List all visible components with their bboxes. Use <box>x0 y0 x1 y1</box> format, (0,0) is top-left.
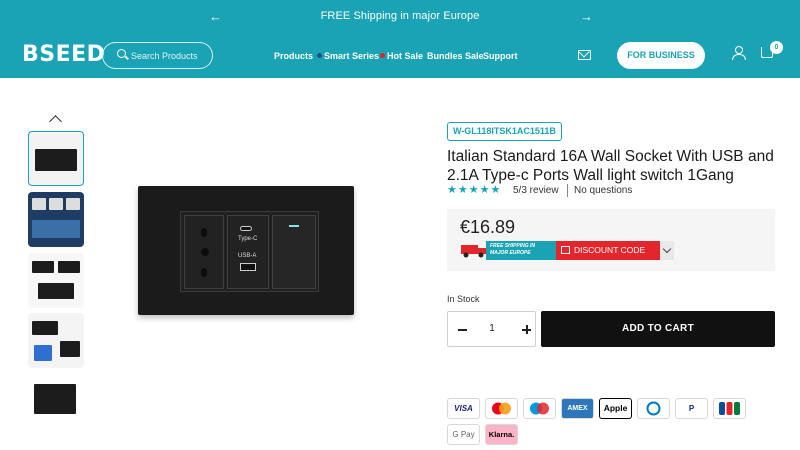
italian-socket-module <box>184 215 224 289</box>
nav-hot-sale[interactable]: Hot Sale <box>380 51 423 61</box>
questions-count[interactable]: No questions <box>574 185 632 196</box>
divider <box>567 184 568 197</box>
hot-sale-dot-icon <box>380 53 385 58</box>
announcement-text[interactable]: FREE Shipping in major Europe <box>0 10 800 22</box>
product-main-image[interactable]: Type-C USB-A <box>138 186 354 315</box>
discount-code-tag: DISCOUNT CODE <box>556 241 660 260</box>
product-sku[interactable]: W-GL118ITSK1AC1511B <box>447 122 562 141</box>
search-icon <box>117 49 126 58</box>
quantity-stepper[interactable]: 1 <box>447 311 536 347</box>
thumbnail-3[interactable] <box>28 253 84 308</box>
google-pay-icon: G Pay <box>447 424 480 445</box>
chevron-up-icon[interactable] <box>49 115 62 128</box>
add-to-cart-button[interactable]: ADD TO CART <box>541 311 775 347</box>
nav-hot-sale-label: Hot Sale <box>387 51 424 61</box>
nav-bundles-sale[interactable]: Bundles Sale <box>427 51 484 61</box>
nav-smart-series-label: Smart Series <box>324 51 380 61</box>
diners-icon <box>637 398 670 419</box>
smart-series-dot-icon <box>317 53 322 58</box>
site-logo[interactable]: BSEED <box>22 42 105 67</box>
thumbnail-2[interactable] <box>28 192 84 247</box>
announcement-bar: ← FREE Shipping in major Europe → <box>0 0 800 34</box>
promo-banner[interactable]: FREE SHIPPING IN MAJOR EUROPE DISCOUNT C… <box>460 241 660 260</box>
light-switch-module <box>272 215 316 289</box>
socket-frame: Type-C USB-A <box>180 211 319 292</box>
site-header: BSEED Products Smart Series Hot Sale Bun… <box>0 34 800 78</box>
thumbnail-5[interactable] <box>28 374 84 414</box>
usb-module: Type-C USB-A <box>227 215 269 289</box>
search-input[interactable] <box>131 48 211 63</box>
search-box[interactable] <box>102 42 213 69</box>
free-shipping-tag: FREE SHIPPING IN MAJOR EUROPE <box>486 241 556 260</box>
apple-pay-icon: Apple Pay <box>599 398 632 419</box>
mail-icon[interactable] <box>578 50 591 60</box>
truck-icon <box>461 245 486 258</box>
maestro-icon <box>523 398 556 419</box>
arrow-right-icon[interactable]: → <box>580 9 593 24</box>
minus-icon[interactable] <box>458 329 467 331</box>
nav-products[interactable]: Products <box>274 51 313 61</box>
thumbnail-1[interactable] <box>28 131 84 186</box>
chevron-down-icon[interactable] <box>660 241 674 260</box>
cart-count-badge: 0 <box>770 41 783 54</box>
klarna-icon: Klarna. <box>485 424 518 445</box>
for-business-button[interactable]: FOR BUSINESS <box>617 42 705 69</box>
plus-icon[interactable] <box>522 325 531 334</box>
nav-smart-series[interactable]: Smart Series <box>317 51 379 61</box>
review-count[interactable]: 5/3 review <box>513 185 559 196</box>
thumbnail-4[interactable] <box>28 313 84 368</box>
jcb-icon <box>713 398 746 419</box>
product-title: Italian Standard 16A Wall Socket With US… <box>447 148 774 184</box>
visa-icon: VISA <box>447 398 480 419</box>
usb-c-label: Type-C <box>238 236 258 242</box>
stock-status: In Stock <box>447 294 480 304</box>
usb-a-label: USB-A <box>238 253 257 259</box>
mastercard-icon <box>485 398 518 419</box>
account-icon[interactable] <box>732 46 746 60</box>
rating-stars[interactable]: ★★★★★ <box>447 183 501 196</box>
paypal-icon: P <box>675 398 708 419</box>
amex-icon: AMEX <box>561 398 594 419</box>
nav-support[interactable]: Support <box>483 51 518 61</box>
quantity-value[interactable]: 1 <box>482 323 502 334</box>
coupon-icon <box>561 246 570 254</box>
product-price: €16.89 <box>460 217 516 237</box>
discount-code-label: DISCOUNT CODE <box>574 245 646 255</box>
